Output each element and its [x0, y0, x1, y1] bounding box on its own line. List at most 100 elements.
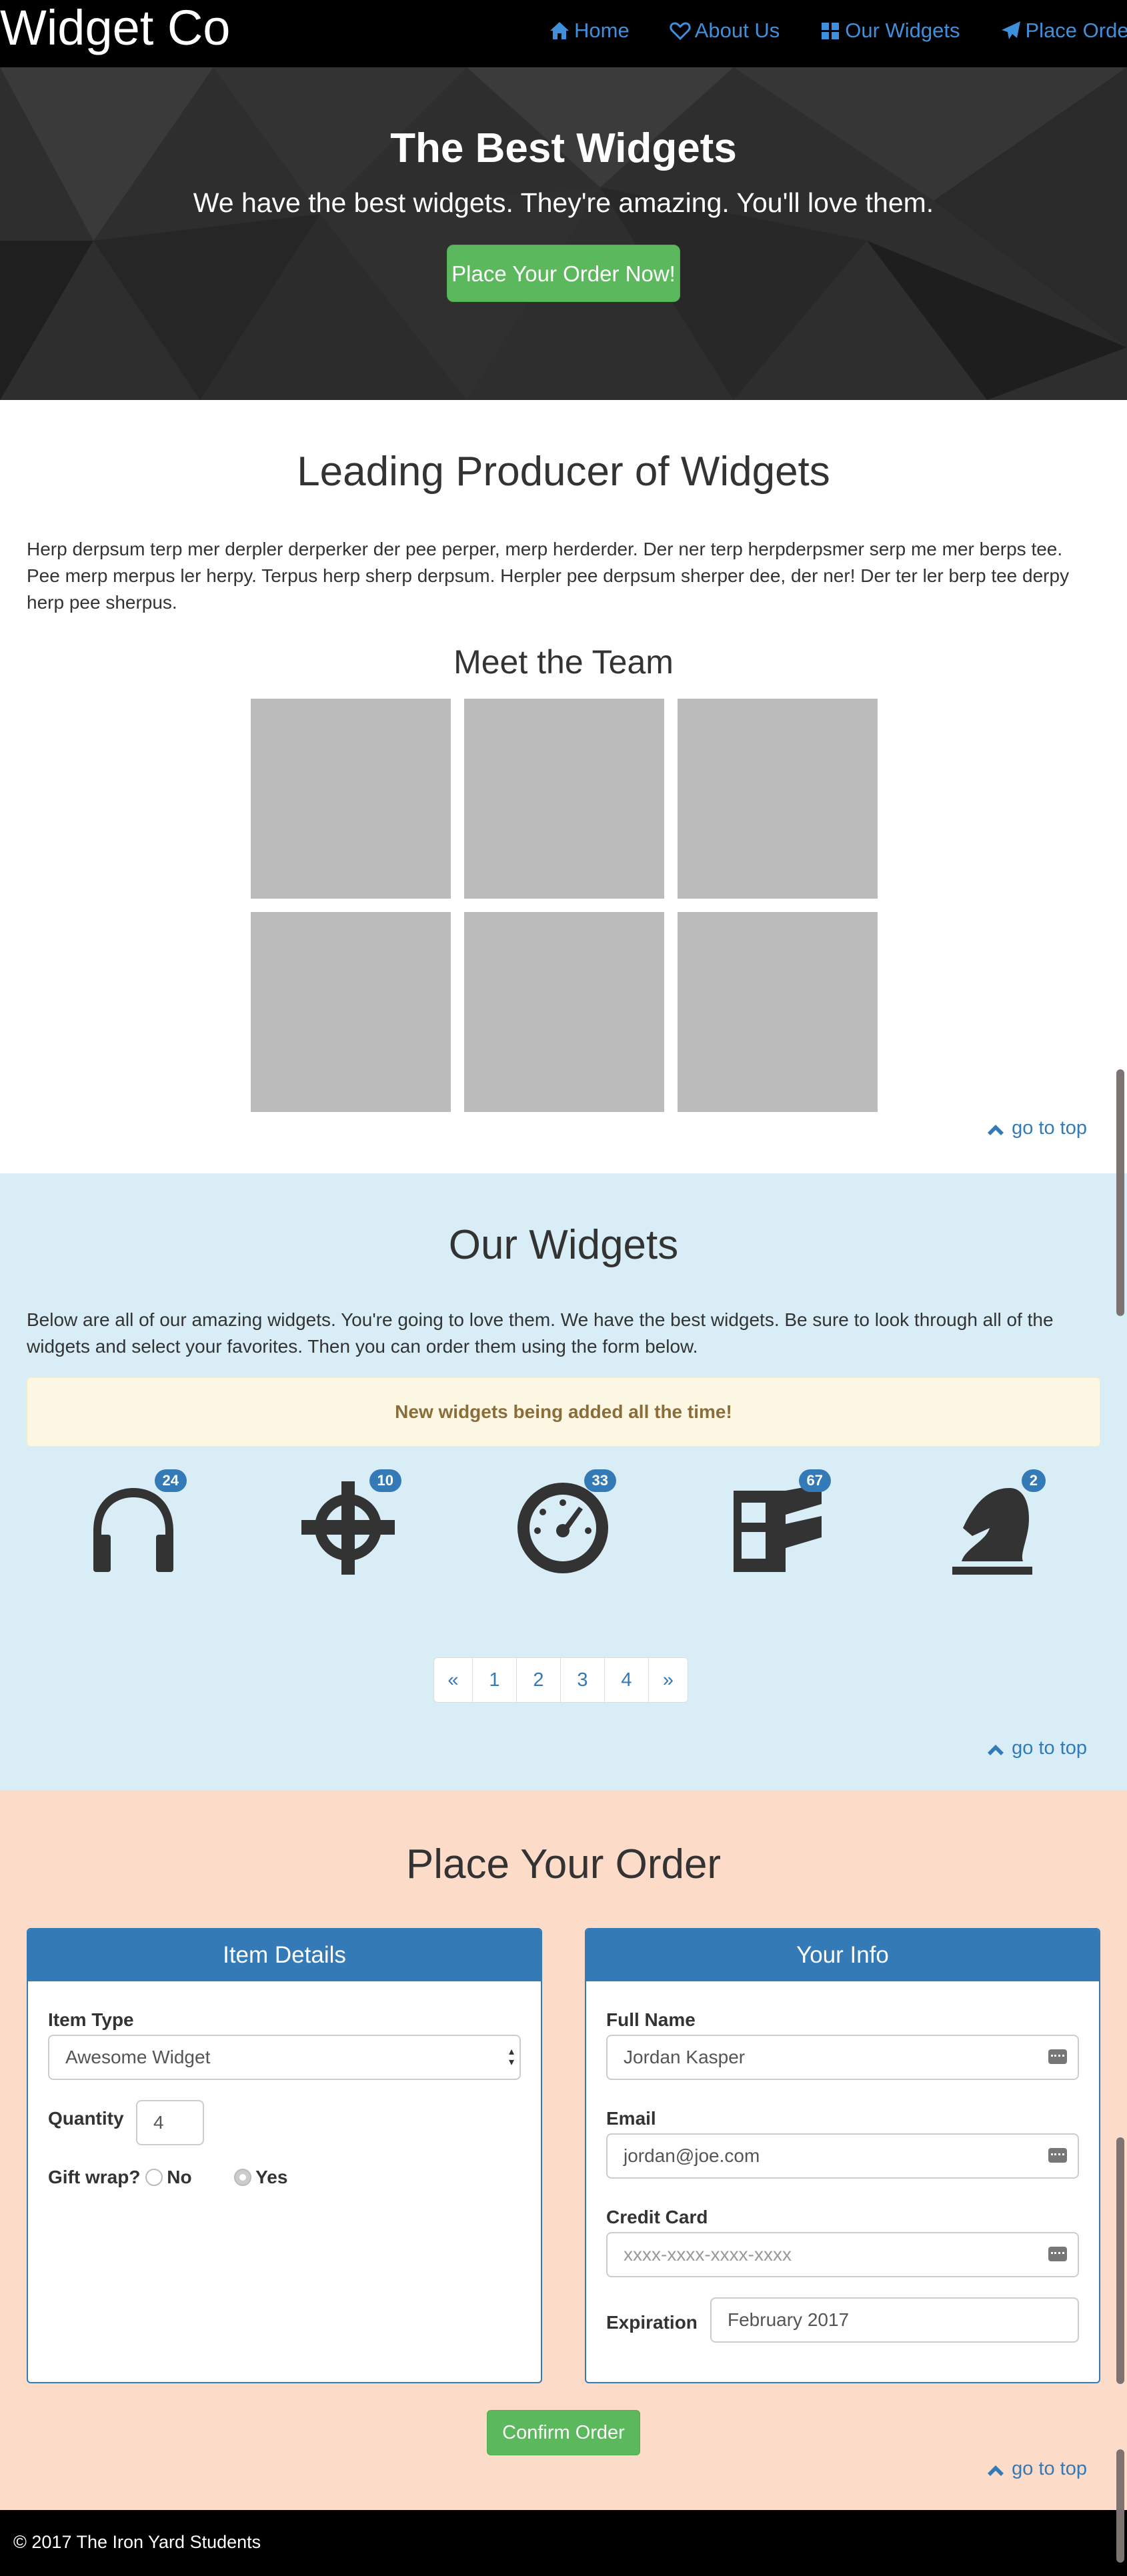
gift-wrap-label: Gift wrap?: [48, 2167, 141, 2187]
widget-headphones[interactable]: 24: [67, 1467, 200, 1573]
quantity-label: Quantity: [48, 2108, 124, 2129]
item-type-select[interactable]: Awesome Widget ▴ ▾: [48, 2035, 521, 2080]
go-to-top-label: go to top: [1012, 2458, 1087, 2479]
place-order-now-button[interactable]: Place Your Order Now!: [447, 245, 680, 302]
autofill-icon: [1048, 2148, 1067, 2163]
knight-icon: [952, 1488, 1032, 1575]
team-member-photo: [251, 699, 451, 899]
go-to-top-label: go to top: [1012, 1117, 1087, 1139]
panel-title: Your Info: [586, 1929, 1099, 1981]
hero-section: The Best Widgets We have the best widget…: [0, 67, 1127, 400]
hero-background-image: [0, 67, 1127, 400]
credit-card-label: Credit Card: [606, 2207, 708, 2227]
navbar: Widget Co Home About Us Our Widgets Plac…: [0, 0, 1127, 67]
panel-title: Item Details: [28, 1929, 541, 1981]
go-to-top-link[interactable]: go to top: [986, 1117, 1087, 1139]
copyright-text: © 2017 The Iron Yard Students: [13, 2532, 261, 2552]
autofill-icon: [1048, 2247, 1067, 2261]
about-section: Leading Producer of Widgets Herp derpsum…: [0, 400, 1127, 1173]
heart-icon: [670, 22, 691, 41]
info-alert: New widgets being added all the time!: [27, 1377, 1100, 1447]
quantity-value: 4: [153, 2112, 164, 2133]
team-member-photo: [464, 912, 664, 1112]
count-badge: 10: [369, 1469, 401, 1492]
pagination-page[interactable]: 1: [473, 1658, 517, 1702]
autofill-icon: [1048, 2049, 1067, 2064]
email-label: Email: [606, 2108, 656, 2129]
go-to-top-link[interactable]: go to top: [986, 2458, 1087, 2480]
dashboard-icon: [517, 1483, 608, 1573]
gift-wrap-no-radio[interactable]: [145, 2169, 163, 2186]
team-grid: [251, 699, 878, 1112]
go-to-top-label: go to top: [1012, 1737, 1087, 1759]
order-section: Place Your Order Item Details Item Type …: [0, 1790, 1127, 2510]
select-arrows-icon: ▴ ▾: [508, 2046, 514, 2068]
widget-crosshair[interactable]: 10: [281, 1467, 415, 1575]
team-heading: Meet the Team: [453, 643, 674, 681]
confirm-order-button[interactable]: Confirm Order: [487, 2410, 640, 2455]
credit-card-placeholder: xxxx-xxxx-xxxx-xxxx: [624, 2244, 792, 2265]
nav-item-about[interactable]: About Us: [670, 19, 780, 43]
full-name-value: Jordan Kasper: [624, 2047, 746, 2067]
home-icon: [550, 22, 569, 39]
chevron-up-icon: [988, 1124, 1004, 1135]
pagination: « 1 2 3 4 »: [433, 1657, 688, 1703]
go-to-top-link[interactable]: go to top: [986, 1737, 1087, 1759]
widget-film[interactable]: 67: [711, 1467, 844, 1573]
widgets-section: Our Widgets Below are all of our amazing…: [0, 1173, 1127, 1790]
nav-item-order[interactable]: Place Order: [1000, 19, 1127, 43]
headphones-icon: [93, 1488, 173, 1572]
crosshair-icon: [301, 1481, 395, 1575]
paper-plane-icon: [1001, 21, 1020, 39]
nav-item-label: Home: [574, 19, 630, 42]
email-input[interactable]: jordan@joe.com: [606, 2133, 1079, 2179]
scrollbar-thumb[interactable]: [1116, 2137, 1124, 2384]
widget-chess-knight[interactable]: 2: [926, 1467, 1059, 1575]
hero-subtitle: We have the best widgets. They're amazin…: [193, 187, 934, 218]
item-type-value: Awesome Widget: [65, 2047, 211, 2067]
team-member-photo: [251, 912, 451, 1112]
nav-item-label: Our Widgets: [845, 19, 960, 42]
nav-item-widgets[interactable]: Our Widgets: [820, 19, 960, 43]
pagination-next[interactable]: »: [649, 1658, 688, 1702]
nav-item-home[interactable]: Home: [549, 19, 630, 43]
count-badge: 24: [154, 1469, 187, 1492]
count-badge: 2: [1021, 1469, 1046, 1492]
pagination-page[interactable]: 2: [517, 1658, 561, 1702]
your-info-panel: Your Info Full Name Jordan Kasper Email …: [585, 1928, 1100, 2383]
gift-wrap-yes-radio[interactable]: [234, 2169, 252, 2186]
nav-menu: Home About Us Our Widgets Place Order: [549, 19, 1127, 43]
scrollbar-thumb[interactable]: [1116, 1069, 1124, 1316]
pagination-page[interactable]: 3: [561, 1658, 605, 1702]
widgets-heading: Our Widgets: [448, 1222, 679, 1268]
team-member-photo: [678, 912, 878, 1112]
about-paragraph: Herp derpsum terp mer derpler derperker …: [27, 539, 1070, 613]
full-name-input[interactable]: Jordan Kasper: [606, 2035, 1079, 2080]
count-badge: 33: [584, 1469, 616, 1492]
nav-item-label: Place Order: [1025, 19, 1127, 42]
full-name-label: Full Name: [606, 2009, 696, 2030]
widgets-paragraph: Below are all of our amazing widgets. Yo…: [27, 1309, 1054, 1357]
brand-logo[interactable]: Widget Co: [0, 0, 230, 56]
nav-item-label: About Us: [694, 19, 780, 42]
pagination-prev[interactable]: «: [434, 1658, 473, 1702]
pagination-page[interactable]: 4: [605, 1658, 649, 1702]
film-icon: [734, 1484, 822, 1572]
widget-dashboard[interactable]: 33: [496, 1467, 630, 1573]
widget-icons-row: 24 10 33 67 2: [0, 1467, 1127, 1575]
about-heading: Leading Producer of Widgets: [297, 449, 830, 495]
footer: © 2017 The Iron Yard Students: [0, 2510, 1127, 2576]
email-value: jordan@joe.com: [624, 2145, 760, 2166]
gift-wrap-group: Gift wrap? No Yes: [48, 2167, 287, 2188]
order-heading: Place Your Order: [405, 1841, 722, 1887]
gift-icon: [822, 23, 840, 39]
scrollbar-thumb[interactable]: [1116, 2449, 1124, 2563]
expiration-input[interactable]: February 2017: [710, 2297, 1079, 2343]
hero-title: The Best Widgets: [390, 125, 737, 171]
quantity-input[interactable]: 4: [136, 2100, 204, 2145]
chevron-up-icon: [988, 1744, 1004, 1755]
credit-card-input[interactable]: xxxx-xxxx-xxxx-xxxx: [606, 2232, 1079, 2277]
count-badge: 67: [798, 1469, 831, 1492]
gift-wrap-yes-label: Yes: [255, 2167, 288, 2187]
gift-wrap-no-label: No: [167, 2167, 192, 2187]
